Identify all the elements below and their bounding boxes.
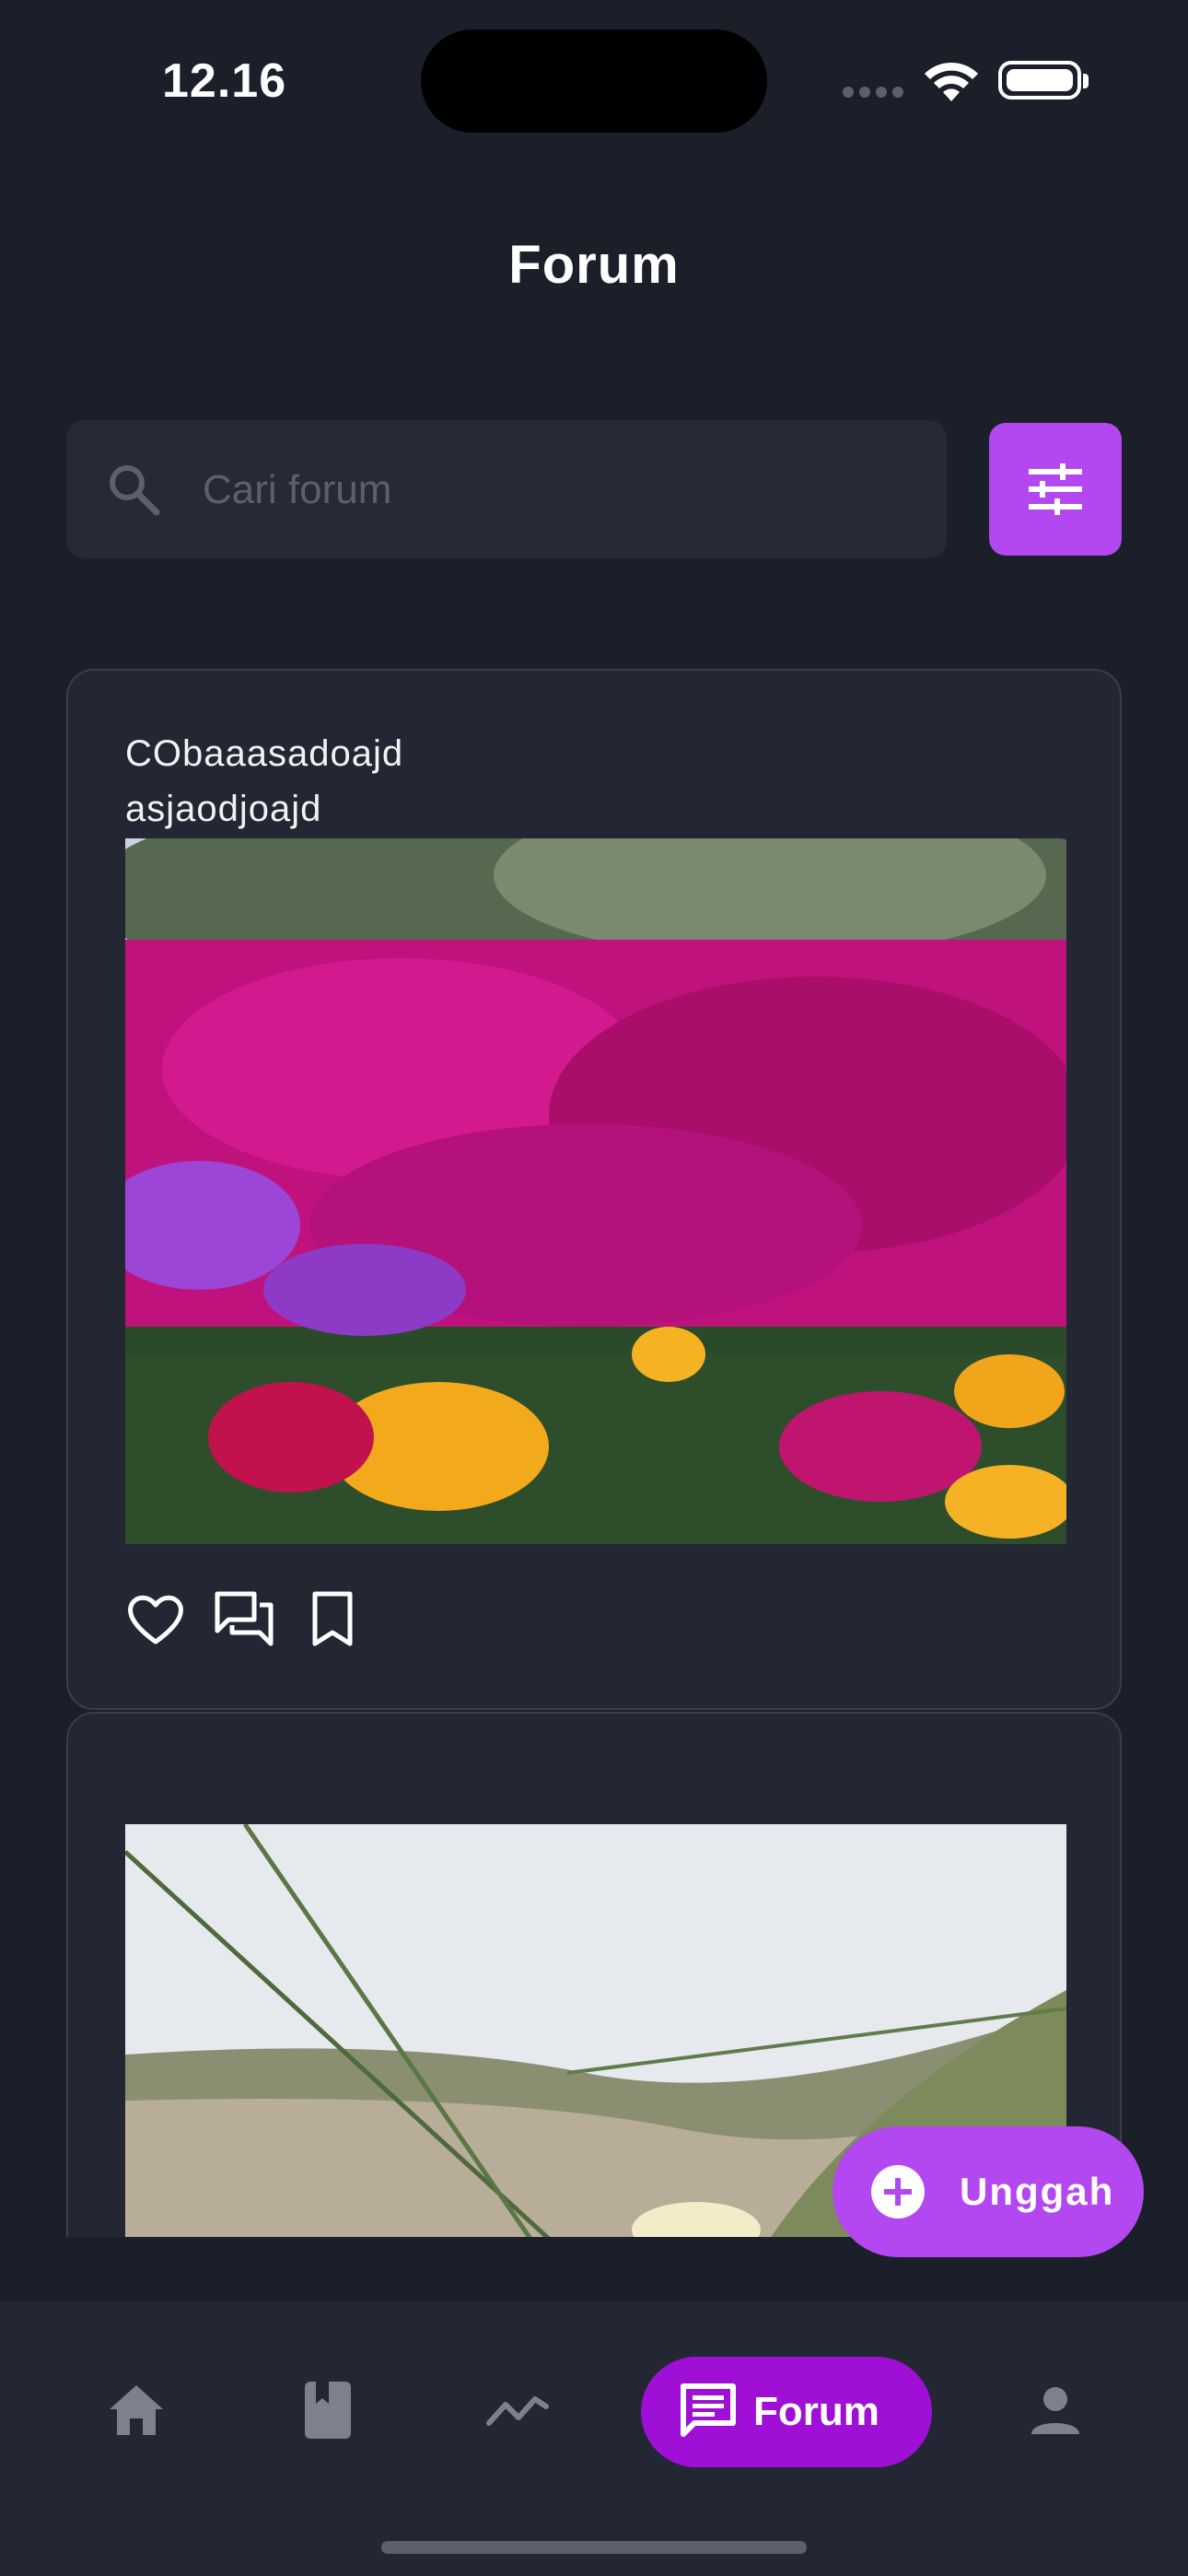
- nav-trend[interactable]: [481, 2373, 554, 2447]
- book-icon: [305, 2382, 351, 2439]
- cellular-signal-icon: [843, 87, 903, 98]
- sliders-icon: [1029, 463, 1082, 515]
- battery-tip: [1083, 74, 1089, 88]
- search-bar[interactable]: [66, 420, 947, 560]
- plus-circle-icon: [871, 2165, 925, 2219]
- upload-label: Unggah: [960, 2170, 1115, 2213]
- trend-chart-icon: [486, 2396, 549, 2426]
- nav-home[interactable]: [99, 2373, 173, 2447]
- forum-post-card[interactable]: CObaaasadoajd asjaodjoajd: [66, 669, 1122, 1710]
- post-text: CObaaasadoajd asjaodjoajd: [125, 733, 404, 829]
- page-title: Forum: [508, 235, 680, 295]
- forum-icon: [681, 2383, 736, 2437]
- post-image[interactable]: [125, 838, 1066, 1544]
- battery-icon: [998, 61, 1081, 100]
- wifi-icon: [925, 62, 978, 101]
- status-time: 12.16: [162, 54, 287, 108]
- person-icon: [1031, 2387, 1079, 2434]
- dynamic-island: [421, 29, 767, 133]
- search-icon: [110, 465, 160, 516]
- nav-forum[interactable]: Forum: [641, 2357, 932, 2467]
- nav-profile[interactable]: [1019, 2373, 1092, 2447]
- bookmark-icon[interactable]: [302, 1588, 363, 1649]
- bottom-nav: Forum: [0, 2301, 1188, 2576]
- filter-button[interactable]: [989, 423, 1122, 556]
- upload-button[interactable]: Unggah: [833, 2126, 1144, 2257]
- comments-icon[interactable]: [214, 1588, 274, 1649]
- home-icon: [110, 2385, 163, 2435]
- home-indicator: [381, 2541, 807, 2554]
- nav-forum-label: Forum: [753, 2389, 879, 2434]
- nav-book[interactable]: [291, 2373, 365, 2447]
- search-input[interactable]: [201, 420, 923, 560]
- like-heart-icon[interactable]: [125, 1588, 186, 1649]
